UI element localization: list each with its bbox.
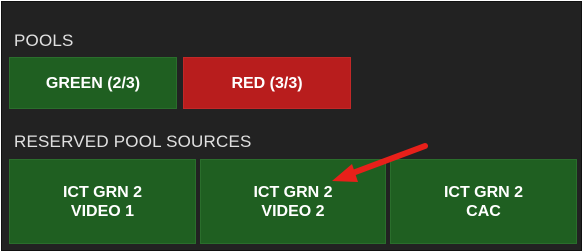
pool-button-green[interactable]: GREEN (2/3) xyxy=(9,57,177,109)
source-button-video-2-line2: VIDEO 2 xyxy=(261,202,325,220)
source-button-cac[interactable]: ICT GRN 2 CAC xyxy=(390,159,577,244)
source-button-video-2[interactable]: ICT GRN 2 VIDEO 2 xyxy=(200,159,386,244)
reserved-pool-sources-heading: RESERVED POOL SOURCES xyxy=(14,132,252,151)
source-button-cac-line2: CAC xyxy=(466,202,501,220)
source-button-video-1-line2: VIDEO 1 xyxy=(70,202,135,220)
pools-panel: POOLS GREEN (2/3) RED (3/3) RESERVED POO… xyxy=(1,1,582,251)
source-button-video-1[interactable]: ICT GRN 2 VIDEO 1 xyxy=(9,159,196,244)
source-button-video-2-line1: ICT GRN 2 xyxy=(253,183,333,201)
pools-heading: POOLS xyxy=(14,31,74,50)
source-button-cac-line1: ICT GRN 2 xyxy=(443,183,524,201)
pool-button-red-label: RED (3/3) xyxy=(231,74,303,92)
source-button-video-1-line1: ICT GRN 2 xyxy=(62,183,143,201)
pool-button-green-label: GREEN (2/3) xyxy=(45,74,141,92)
pool-button-red[interactable]: RED (3/3) xyxy=(183,57,351,109)
